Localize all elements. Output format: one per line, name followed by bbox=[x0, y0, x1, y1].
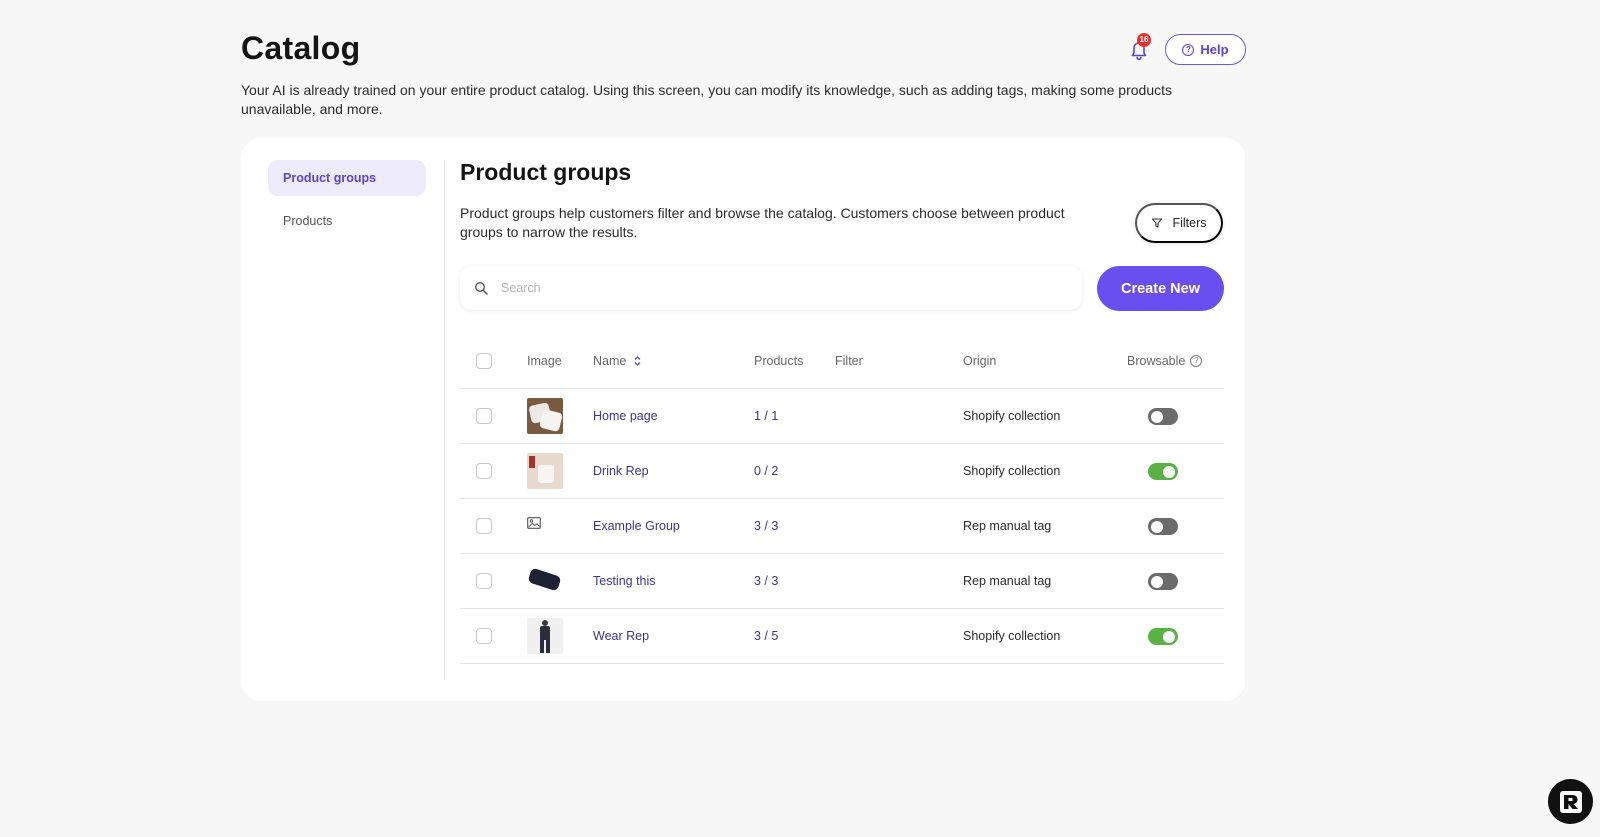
row-name[interactable]: Example Group bbox=[593, 499, 680, 553]
row-products: 3 / 3 bbox=[754, 519, 779, 533]
row-checkbox[interactable] bbox=[476, 573, 492, 589]
search-box bbox=[460, 266, 1082, 310]
column-header-filter: Filter bbox=[835, 354, 863, 368]
row-origin: Shopify collection bbox=[963, 409, 1061, 423]
row-checkbox[interactable] bbox=[476, 518, 492, 534]
row-products: 0 / 2 bbox=[754, 464, 779, 478]
browsable-toggle[interactable] bbox=[1148, 518, 1178, 535]
column-header-name-label: Name bbox=[593, 354, 627, 368]
section-title: Product groups bbox=[460, 159, 632, 185]
row-products: 3 / 3 bbox=[754, 574, 779, 588]
table-row[interactable]: Home page 1 / 1 Shopify collection bbox=[460, 389, 1224, 444]
section-description: Product groups help customers filter and… bbox=[460, 205, 1065, 240]
row-origin: Shopify collection bbox=[963, 464, 1061, 478]
browsable-toggle[interactable] bbox=[1148, 573, 1178, 590]
pillows-photo bbox=[527, 398, 563, 434]
browsable-toggle[interactable] bbox=[1148, 628, 1178, 645]
column-header-browsable: Browsable ? bbox=[1127, 334, 1203, 388]
sidebar-item-products[interactable]: Products bbox=[268, 203, 426, 239]
row-origin: Rep manual tag bbox=[963, 519, 1052, 533]
row-origin: Rep manual tag bbox=[963, 574, 1052, 588]
column-header-name[interactable]: Name bbox=[593, 334, 641, 388]
sidebar-item-product-groups[interactable]: Product groups bbox=[268, 160, 426, 196]
catalog-card: Product groups Products Product groups P… bbox=[241, 138, 1245, 701]
app-logo-icon bbox=[1559, 790, 1582, 813]
row-name[interactable]: Wear Rep bbox=[593, 609, 649, 663]
row-name[interactable]: Home page bbox=[593, 389, 658, 443]
image-placeholder-icon bbox=[527, 517, 541, 529]
row-checkbox[interactable] bbox=[476, 408, 492, 424]
vertical-divider bbox=[444, 160, 445, 680]
row-products: 1 / 1 bbox=[754, 409, 779, 423]
question-circle-icon: ? bbox=[1182, 43, 1195, 56]
column-header-products: Products bbox=[754, 354, 804, 368]
table-row[interactable]: Testing this 3 / 3 Rep manual tag bbox=[460, 554, 1224, 609]
row-origin: Shopify collection bbox=[963, 629, 1061, 643]
table-row[interactable]: Wear Rep 3 / 5 Shopify collection bbox=[460, 609, 1224, 664]
page-title: Catalog bbox=[241, 30, 361, 66]
sort-icon[interactable] bbox=[634, 355, 641, 367]
browsable-toggle[interactable] bbox=[1148, 463, 1178, 480]
column-header-origin: Origin bbox=[963, 354, 997, 368]
filter-icon bbox=[1152, 218, 1163, 228]
search-icon bbox=[474, 281, 488, 295]
help-button[interactable]: ? Help bbox=[1165, 34, 1246, 65]
row-products: 3 / 5 bbox=[754, 629, 779, 643]
table-row[interactable]: Example Group 3 / 3 Rep manual tag bbox=[460, 499, 1224, 554]
row-checkbox[interactable] bbox=[476, 628, 492, 644]
drink-photo bbox=[527, 453, 563, 489]
select-all-checkbox[interactable] bbox=[476, 353, 492, 369]
table-row[interactable]: Drink Rep 0 / 2 Shopify collection bbox=[460, 444, 1224, 499]
column-header-browsable-label: Browsable bbox=[1127, 354, 1186, 368]
row-checkbox[interactable] bbox=[476, 463, 492, 479]
product-groups-table: Image Name Products Filter Origin Browsa… bbox=[460, 334, 1224, 664]
table-header-row: Image Name Products Filter Origin Browsa… bbox=[460, 334, 1224, 389]
row-name[interactable]: Drink Rep bbox=[593, 444, 649, 498]
column-header-image: Image bbox=[527, 354, 562, 368]
info-icon[interactable]: ? bbox=[1190, 355, 1203, 367]
filters-button[interactable]: Filters bbox=[1135, 203, 1223, 243]
page-description: Your AI is already trained on your entir… bbox=[241, 82, 1172, 117]
create-new-button[interactable]: Create New bbox=[1097, 266, 1224, 311]
help-label: Help bbox=[1200, 42, 1229, 57]
device-photo bbox=[527, 563, 563, 599]
search-input[interactable] bbox=[501, 281, 1061, 295]
person-photo bbox=[527, 618, 563, 654]
app-launcher-button[interactable] bbox=[1548, 779, 1593, 824]
filters-label: Filters bbox=[1172, 216, 1207, 230]
row-name[interactable]: Testing this bbox=[593, 554, 656, 608]
notification-badge: 16 bbox=[1137, 33, 1151, 47]
browsable-toggle[interactable] bbox=[1148, 408, 1178, 425]
catalog-side-nav: Product groups Products bbox=[268, 160, 426, 246]
